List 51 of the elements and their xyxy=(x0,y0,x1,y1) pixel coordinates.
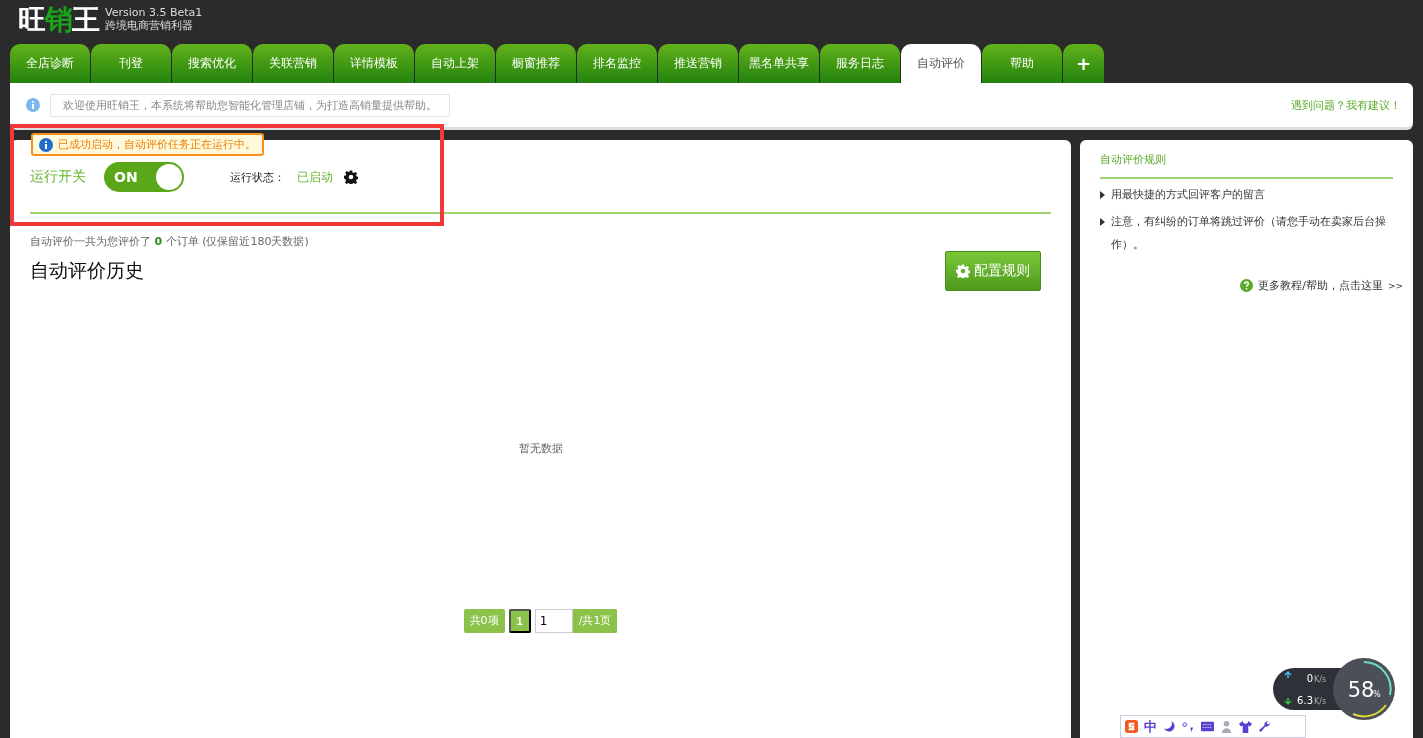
rule-text: 注意，有纠纷的订单将跳过评价（请您手动在卖家后台操作）。 xyxy=(1111,214,1387,253)
info-icon xyxy=(26,98,40,112)
config-rules-button[interactable]: 配置规则 xyxy=(945,251,1041,291)
info-icon xyxy=(39,137,53,152)
bullet-icon xyxy=(1100,218,1105,226)
wrench-icon[interactable] xyxy=(1258,720,1271,733)
rule-text: 用最快捷的方式回评客户的留言 xyxy=(1111,187,1265,203)
tooltip-text: 已成功启动，自动评价任务正在运行中。 xyxy=(58,137,256,152)
punctuation-icon[interactable] xyxy=(1182,720,1195,733)
version-text: Version 3.5 Beta1 xyxy=(105,6,203,19)
nav-tab[interactable]: 橱窗推荐 xyxy=(496,44,576,83)
switch-label: 运行开关 xyxy=(30,168,86,186)
nav-tab[interactable]: + xyxy=(1063,44,1104,83)
nav-tab[interactable]: 详情模板 xyxy=(334,44,414,83)
rules-title: 自动评价规则 xyxy=(1100,150,1393,179)
ime-logo-icon[interactable] xyxy=(1125,720,1138,733)
nav-tab[interactable]: 自动评价 xyxy=(901,44,981,83)
nav-tab[interactable]: 排名监控 xyxy=(577,44,657,83)
welcome-message: 欢迎使用旺销王，本系统将帮助您智能化管理店铺，为打造高销量提供帮助。 xyxy=(50,93,450,117)
status-label: 运行状态： xyxy=(230,169,285,185)
keyboard-icon[interactable] xyxy=(1201,720,1214,733)
bullet-icon xyxy=(1100,191,1105,199)
logo: 旺销王 xyxy=(18,4,99,36)
help-icon xyxy=(1240,279,1254,292)
empty-message: 暂无数据 xyxy=(518,441,563,456)
run-toggle[interactable]: ON xyxy=(104,162,184,192)
page-input[interactable]: 1 xyxy=(534,609,573,633)
shirt-icon[interactable] xyxy=(1239,720,1252,733)
feedback-link[interactable]: 遇到问题？我有建议！ xyxy=(1291,97,1401,113)
nav-tab[interactable]: 推送营销 xyxy=(658,44,738,83)
tagline: 跨境电商营销利器 xyxy=(105,19,194,32)
total-count: 共0项 xyxy=(463,609,505,633)
arrow-text: >> xyxy=(1387,280,1403,291)
status-value: 已启动 xyxy=(297,168,333,186)
settings-icon xyxy=(956,264,970,278)
network-speed-widget: 0K/s 6.3K/s 58% xyxy=(1273,657,1395,721)
nav-tab[interactable]: 帮助 xyxy=(982,44,1062,83)
page-button[interactable]: 1 xyxy=(508,609,531,633)
settings-icon[interactable] xyxy=(344,170,358,184)
nav-tab[interactable]: 自动上架 xyxy=(415,44,495,83)
nav-tab[interactable]: 关联营销 xyxy=(253,44,333,83)
help-link[interactable]: 更多教程/帮助，点击这里 xyxy=(1258,278,1383,293)
history-title: 自动评价历史 xyxy=(30,258,144,283)
nav-tab[interactable]: 黑名单共享 xyxy=(739,44,819,83)
nav-tab[interactable]: 服务日志 xyxy=(820,44,900,83)
nav-tab[interactable]: 全店诊断 xyxy=(10,44,90,83)
summary-text: 自动评价一共为您评价了 0 个订单 (仅保留近180天数据) xyxy=(30,234,310,249)
nav-tab[interactable]: 搜索优化 xyxy=(172,44,252,83)
ime-mode[interactable]: 中 xyxy=(1144,717,1157,736)
nav-tab[interactable]: 刊登 xyxy=(91,44,171,83)
moon-icon[interactable] xyxy=(1163,720,1176,733)
